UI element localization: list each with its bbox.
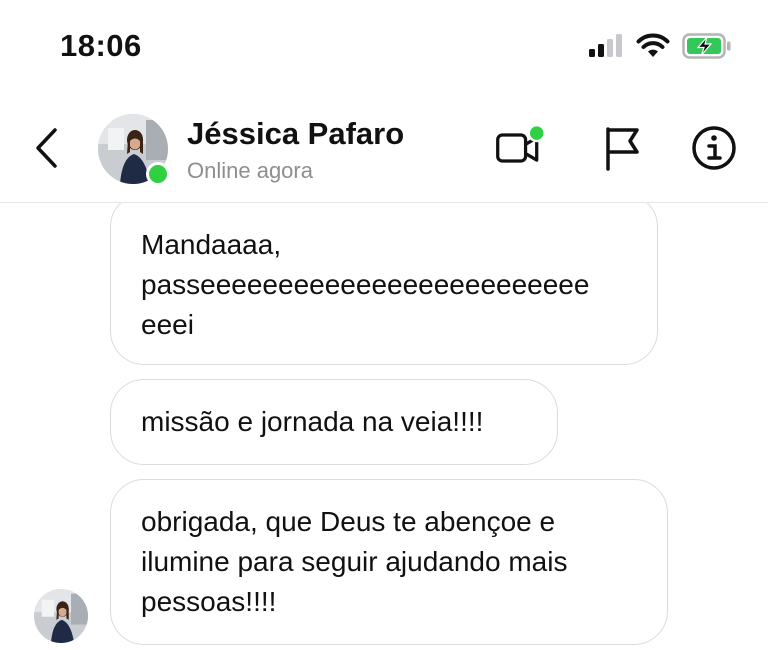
message-list[interactable]: Mandaaaa, passeeeeeeeeeeeeeeeeeeeeeeeee … <box>0 203 768 650</box>
contact-status: Online agora <box>187 158 313 183</box>
chevron-left-icon <box>36 128 57 168</box>
info-icon <box>692 126 736 170</box>
wifi-icon <box>636 33 670 64</box>
contact-name[interactable]: Jéssica Pafaro <box>187 116 404 152</box>
video-call-icon <box>496 124 546 163</box>
report-button[interactable] <box>596 122 648 174</box>
status-time: 18:06 <box>60 28 142 63</box>
chat-header: Jéssica Pafaro Online agora <box>0 100 768 203</box>
flag-icon <box>606 127 639 171</box>
status-icons <box>588 33 732 64</box>
online-indicator <box>146 162 170 186</box>
info-button[interactable] <box>688 122 740 174</box>
message-bubble[interactable]: missão e jornada na veia!!!! <box>110 379 558 465</box>
back-button[interactable] <box>26 122 66 174</box>
status-bar: 18:06 <box>0 0 768 90</box>
sender-avatar[interactable] <box>34 589 88 643</box>
message-bubble[interactable]: Mandaaaa, passeeeeeeeeeeeeeeeeeeeeeeeee … <box>110 203 658 365</box>
contact-avatar-button[interactable] <box>98 114 170 186</box>
video-call-button[interactable] <box>494 122 546 174</box>
cellular-signal-icon <box>588 34 624 63</box>
message-bubble[interactable]: obrigada, que Deus te abençoe e ilumine … <box>110 479 668 645</box>
battery-charging-icon <box>682 33 732 64</box>
